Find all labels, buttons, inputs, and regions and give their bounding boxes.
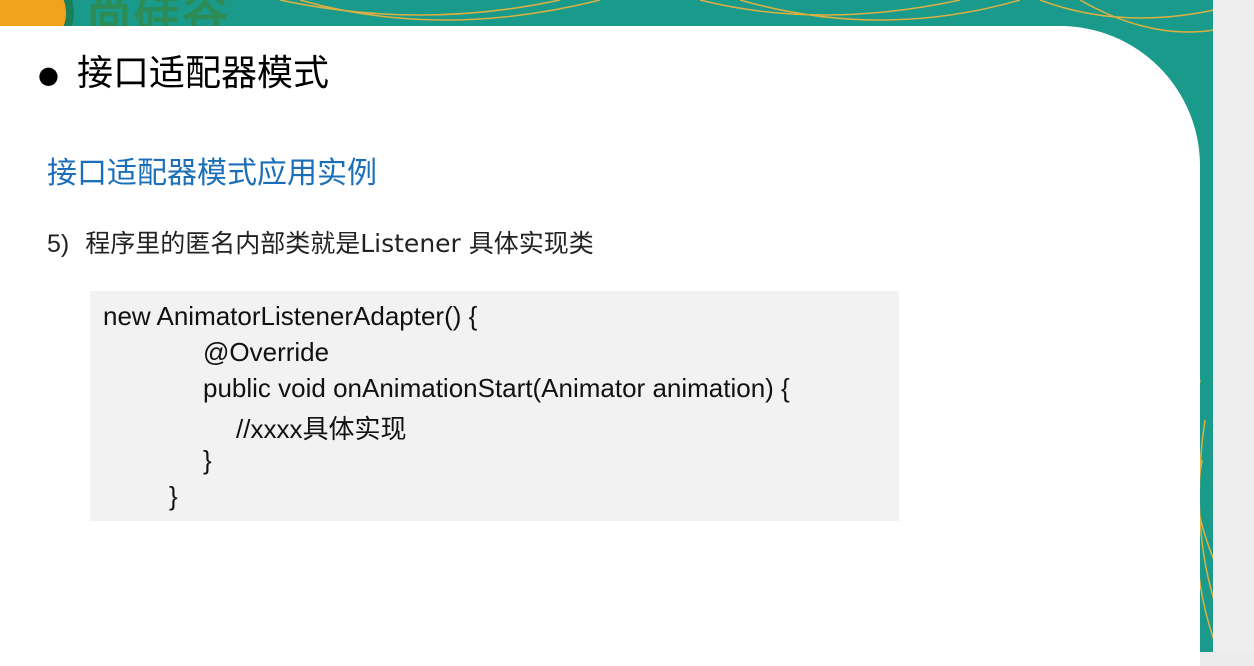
code-line: } [169, 481, 178, 511]
list-item-number: 5) [47, 230, 70, 258]
slide-title: ● 接口适配器模式 [38, 44, 329, 96]
code-line: @Override [203, 337, 330, 367]
code-line: new AnimatorListenerAdapter() { [103, 301, 478, 331]
code-line: } [203, 445, 212, 475]
list-item: 5) 程序里的匿名内部类就是Listener 具体实现类 [47, 224, 594, 260]
code-block: new AnimatorListenerAdapter() { @Overrid… [90, 291, 899, 521]
code-line: public void onAnimationStart(Animator an… [203, 373, 790, 403]
list-item-text: 程序里的匿名内部类就是Listener 具体实现类 [85, 229, 594, 258]
section-title: 接口适配器模式应用实例 [47, 156, 377, 191]
window-right-margin [1213, 0, 1254, 652]
code-line: //xxxx具体实现 [236, 414, 407, 444]
slide-title-text: 接口适配器模式 [76, 53, 329, 94]
bullet-icon: ● [38, 61, 59, 89]
